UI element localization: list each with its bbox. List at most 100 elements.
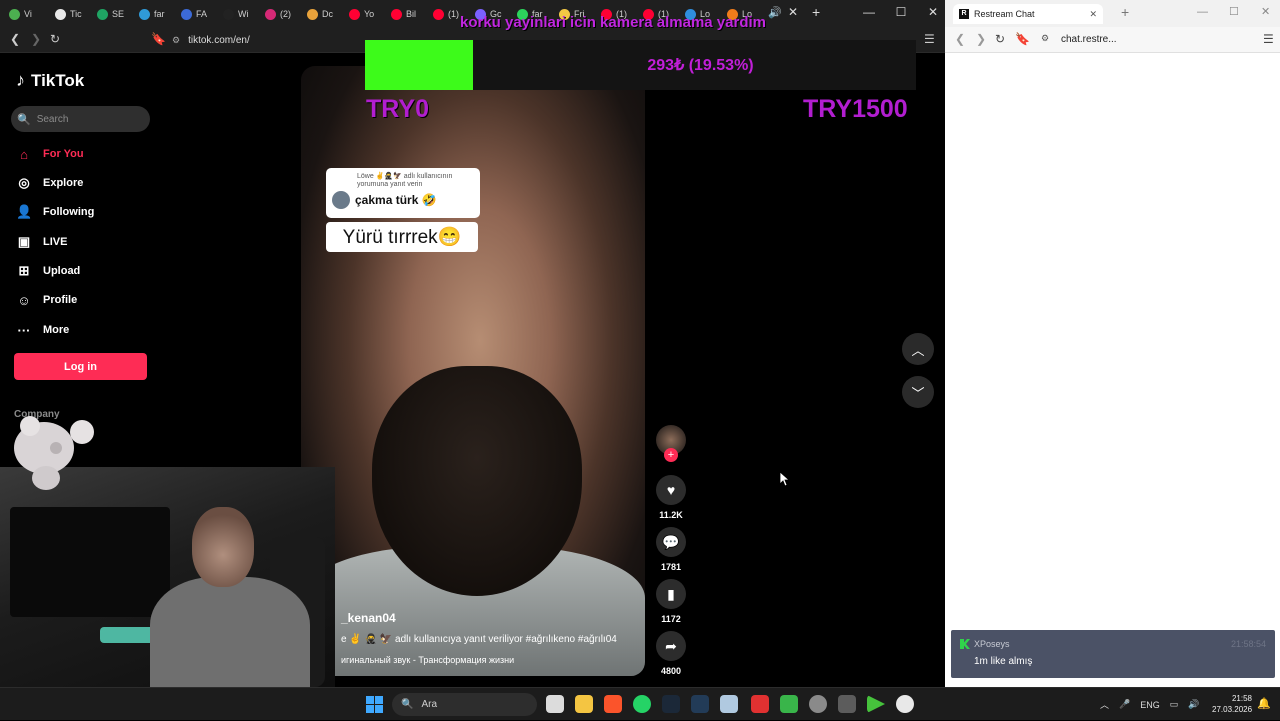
browser-tab[interactable]: far — [139, 4, 165, 24]
nav-label: Profile — [43, 294, 78, 306]
forward-icon[interactable]: ❯ — [976, 32, 986, 46]
forward-icon[interactable]: ❯ — [31, 32, 41, 46]
close-window-icon[interactable]: ✕ — [1261, 5, 1270, 18]
bookmark-icon[interactable]: 🔖 — [151, 32, 166, 46]
tab-label: SE — [112, 9, 125, 19]
follow-plus-icon[interactable]: + — [664, 448, 678, 462]
tab-label: Dc — [322, 9, 333, 19]
more-icon: ··· — [17, 322, 31, 338]
webcam-overlay — [0, 467, 335, 687]
tiktok-logo[interactable]: ♪ TikTok — [16, 70, 84, 91]
site-settings-icon[interactable]: ⚙ — [1041, 33, 1049, 44]
brave-browser-icon[interactable] — [604, 695, 622, 713]
browser-tab[interactable]: Bil — [391, 4, 416, 24]
site-settings-icon[interactable]: ⚙ — [172, 35, 180, 46]
browser-tab[interactable]: Wi — [223, 4, 249, 24]
chevron-up-icon: ︿ — [911, 342, 925, 358]
browser-tab[interactable]: FA — [181, 4, 207, 24]
webcam-monitor — [10, 507, 170, 617]
menu-icon[interactable]: ☰ — [924, 32, 935, 46]
app-icon[interactable] — [809, 695, 827, 713]
file-explorer-icon[interactable] — [575, 695, 593, 713]
tab-label: Tic — [70, 9, 82, 19]
reload-icon[interactable]: ↻ — [995, 32, 1005, 46]
notification-icon[interactable]: 🔔 — [1257, 697, 1271, 710]
donation-goal-amount: 293₺ (19.53%) — [647, 57, 754, 74]
close-tab-icon[interactable]: ✕ — [1089, 9, 1097, 20]
tab-favicon-icon — [55, 8, 66, 20]
nav-label: LIVE — [43, 236, 68, 248]
maximize-icon[interactable]: ☐ — [1229, 5, 1239, 18]
taskbar-clock[interactable]: 21:58 27.03.2026 — [1212, 693, 1252, 715]
task-view-icon[interactable] — [546, 695, 564, 713]
nav-live[interactable]: ▣ LIVE — [16, 231, 68, 253]
next-video-button[interactable]: ﹀ — [902, 376, 934, 408]
app-icon[interactable] — [838, 695, 856, 713]
previous-video-button[interactable]: ︿ — [902, 333, 934, 365]
browser-tab[interactable]: (2) — [265, 4, 291, 24]
app-icon[interactable] — [780, 695, 798, 713]
whatsapp-icon[interactable] — [633, 695, 651, 713]
media-player-icon[interactable] — [896, 695, 914, 713]
bookmark-icon[interactable]: 🔖 — [1015, 32, 1030, 46]
taskbar-search[interactable]: 🔍 Ara — [392, 693, 537, 716]
browser-tab[interactable]: Tic — [55, 4, 82, 24]
microphone-icon[interactable]: 🎤 — [1119, 699, 1130, 710]
windows-start-icon[interactable] — [366, 696, 383, 713]
heart-icon: ♥ — [666, 482, 676, 498]
maximize-icon[interactable]: ☐ — [885, 5, 917, 19]
following-icon: 👤 — [16, 204, 33, 219]
back-icon[interactable]: ❮ — [10, 32, 20, 46]
tab-label: Vi — [24, 9, 32, 19]
search-input[interactable]: 🔍 Search — [11, 106, 150, 132]
minimize-icon[interactable]: — — [853, 5, 885, 19]
nav-upload[interactable]: ⊞ Upload — [16, 260, 81, 282]
app-icon[interactable] — [720, 695, 738, 713]
close-tab-icon[interactable]: ✕ — [788, 5, 798, 19]
chevron-up-icon[interactable]: ︿ — [1100, 698, 1109, 711]
comment-button[interactable]: 💬 — [656, 527, 686, 557]
nav-profile[interactable]: ☺ Profile — [16, 289, 77, 311]
video-player[interactable]: Löwe ✌️🥷🦅 adlı kullanıcının yorumuna yan… — [301, 66, 645, 676]
volume-icon[interactable]: 🔊 — [1188, 699, 1199, 710]
browser-tab[interactable]: Dc — [307, 4, 333, 24]
url-text[interactable]: chat.restre... — [1061, 34, 1117, 45]
nav-following[interactable]: 👤 Following — [16, 201, 94, 223]
save-count: 1172 — [661, 614, 681, 624]
upload-icon: ⊞ — [18, 263, 30, 278]
login-button[interactable]: Log in — [14, 353, 147, 380]
steam-icon[interactable] — [691, 695, 709, 713]
browser-tab[interactable]: SE — [97, 4, 124, 24]
tab-restream-chat[interactable]: R Restream Chat ✕ — [953, 4, 1103, 24]
network-icon[interactable]: ▭ — [1170, 699, 1179, 710]
new-tab-icon[interactable]: + — [1121, 4, 1129, 20]
clock-time: 21:58 — [1231, 694, 1252, 703]
browser-tab[interactable]: (1) — [433, 4, 459, 24]
steam-icon[interactable] — [662, 695, 680, 713]
reload-icon[interactable]: ↻ — [50, 32, 60, 46]
video-sound[interactable]: игинальный звук - Трансформация жизни — [341, 655, 514, 665]
nav-more[interactable]: ··· More — [16, 319, 70, 341]
new-tab-icon[interactable]: + — [812, 4, 820, 20]
minimize-icon[interactable]: — — [1197, 6, 1208, 18]
back-icon[interactable]: ❮ — [955, 32, 965, 46]
right-tab-strip: R Restream Chat ✕ + — ☐ ✕ — [945, 0, 1280, 27]
browser-tab[interactable]: Yo — [349, 4, 374, 24]
language-indicator[interactable]: ENG — [1140, 700, 1160, 710]
audio-icon[interactable]: 🔊 — [768, 6, 782, 19]
menu-icon[interactable]: ☰ — [1263, 32, 1274, 46]
browser-tab[interactable]: Vi — [9, 4, 32, 24]
compass-icon: ◎ — [18, 175, 30, 190]
home-icon: ⌂ — [20, 146, 28, 162]
search-icon: 🔍 — [401, 699, 414, 710]
tab-favicon-icon — [433, 8, 444, 20]
app-icon[interactable] — [751, 695, 769, 713]
like-button[interactable]: ♥ — [656, 475, 686, 505]
share-button[interactable]: ➦ — [656, 631, 686, 661]
play-icon[interactable] — [867, 695, 885, 713]
search-icon: 🔍 — [17, 113, 31, 126]
save-button[interactable]: ▮ — [656, 579, 686, 609]
nav-explore[interactable]: ◎ Explore — [16, 172, 83, 194]
video-username[interactable]: _kenan04 — [341, 611, 396, 625]
nav-for-you[interactable]: ⌂ For You — [16, 143, 83, 165]
